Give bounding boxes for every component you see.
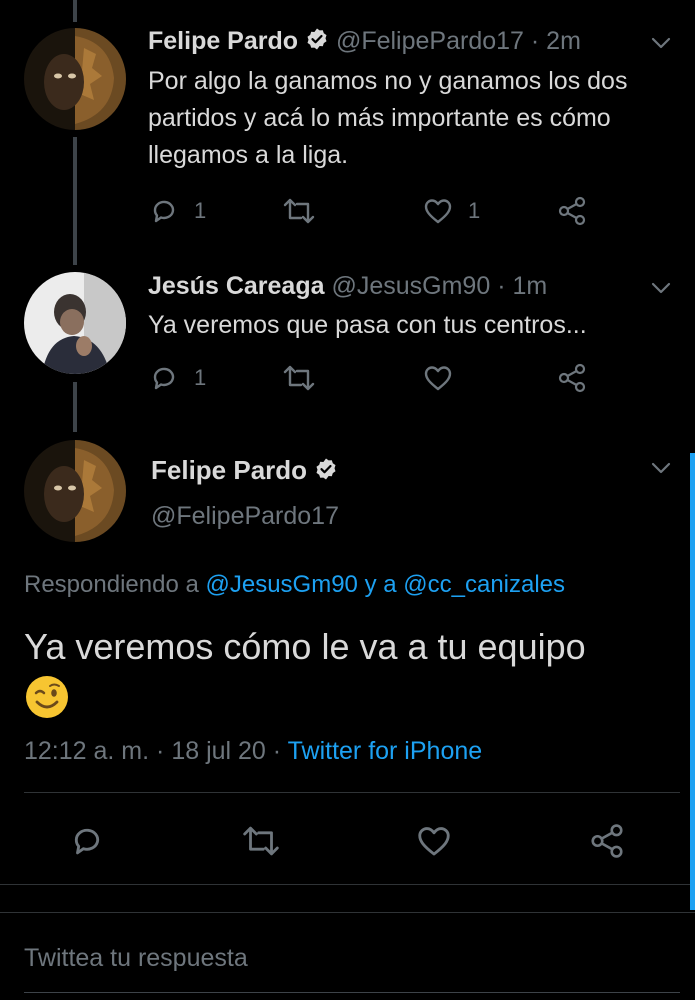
like-button[interactable] — [422, 362, 454, 394]
replying-to-prefix: Respondiendo a — [24, 571, 199, 598]
thread-line-top — [73, 0, 77, 22]
tweet-time: 12:12 a. m. — [24, 737, 150, 765]
reply-icon — [153, 367, 175, 390]
thread-line-2 — [73, 382, 77, 432]
verified-badge-icon — [305, 27, 329, 58]
share-icon — [591, 824, 623, 858]
retweet-button[interactable] — [281, 195, 317, 227]
main-retweet-button[interactable] — [240, 822, 282, 860]
divider — [24, 792, 680, 793]
tweet-2-author-name[interactable]: Jesús Careaga — [148, 272, 325, 300]
like-button[interactable]: 1 — [422, 195, 480, 227]
reply-input-underline — [24, 992, 680, 993]
like-icon — [424, 199, 452, 224]
replying-to-user-1[interactable]: @JesusGm90 — [205, 571, 357, 598]
chevron-down-icon[interactable] — [650, 35, 672, 56]
retweet-icon — [283, 198, 315, 224]
tweet-2-handle[interactable]: @JesusGm90 — [331, 272, 490, 300]
reply-count: 1 — [194, 198, 207, 223]
reply-button[interactable]: 1 — [148, 195, 206, 227]
main-share-button[interactable] — [588, 822, 626, 860]
main-like-button[interactable] — [415, 822, 453, 860]
replying-to: Respondiendo a @JesusGm90 y a @cc_caniza… — [24, 571, 565, 599]
tweet-1-author-name[interactable]: Felipe Pardo — [148, 27, 298, 55]
share-button[interactable] — [556, 362, 588, 394]
main-author-handle[interactable]: @FelipePardo17 — [151, 502, 339, 531]
meta-separator: · — [156, 737, 165, 765]
reply-icon — [74, 828, 100, 855]
share-icon — [558, 196, 586, 226]
like-count: 1 — [468, 198, 481, 223]
thread-line-1 — [73, 137, 77, 265]
retweet-icon — [243, 826, 279, 856]
wink-emoji-icon — [24, 674, 70, 735]
tweet-2-time: · 1m — [497, 272, 548, 300]
share-button[interactable] — [556, 195, 588, 227]
reply-input[interactable]: Twittea tu respuesta — [24, 944, 248, 973]
tweet-1-time: · 2m — [530, 27, 581, 56]
retweet-button[interactable] — [281, 362, 317, 394]
main-author-name[interactable]: Felipe Pardo — [151, 455, 307, 485]
tweet-meta: 12:12 a. m. · 18 jul 20 · Twitter for iP… — [24, 737, 482, 766]
tweet-1-handle[interactable]: @FelipePardo17 — [336, 27, 524, 55]
share-icon — [558, 363, 586, 393]
scrollbar[interactable] — [690, 453, 695, 910]
divider — [0, 912, 695, 913]
avatar-felipe-pardo[interactable] — [24, 28, 126, 130]
chevron-down-icon[interactable] — [650, 280, 672, 301]
tweet-source[interactable]: Twitter for iPhone — [288, 737, 483, 765]
tweet-2-text: Ya veremos que pasa con tus centros... — [148, 311, 587, 339]
avatar-jesus-careaga[interactable] — [24, 272, 126, 374]
divider — [0, 884, 695, 885]
meta-separator: · — [272, 737, 282, 765]
like-icon — [424, 366, 452, 391]
main-tweet-body: Ya veremos cómo le va a tu equipo — [24, 626, 586, 667]
main-tweet-text: Ya veremos cómo le va a tu equipo — [24, 620, 624, 735]
replying-to-user-2[interactable]: @cc_canizales — [403, 571, 565, 598]
like-icon — [418, 827, 450, 856]
replying-to-and: y a — [364, 571, 397, 598]
avatar-felipe-pardo-main[interactable] — [24, 440, 126, 542]
tweet-1-text: Por algo la ganamos no y ganamos los dos… — [148, 67, 628, 169]
retweet-icon — [283, 365, 315, 391]
chevron-down-icon[interactable] — [650, 460, 672, 481]
tweet-date: 18 jul 20 — [171, 737, 266, 765]
reply-button[interactable]: 1 — [148, 362, 206, 394]
reply-icon — [153, 200, 175, 223]
verified-badge-icon — [314, 457, 338, 488]
reply-count: 1 — [194, 365, 207, 390]
main-reply-button[interactable] — [68, 822, 106, 860]
